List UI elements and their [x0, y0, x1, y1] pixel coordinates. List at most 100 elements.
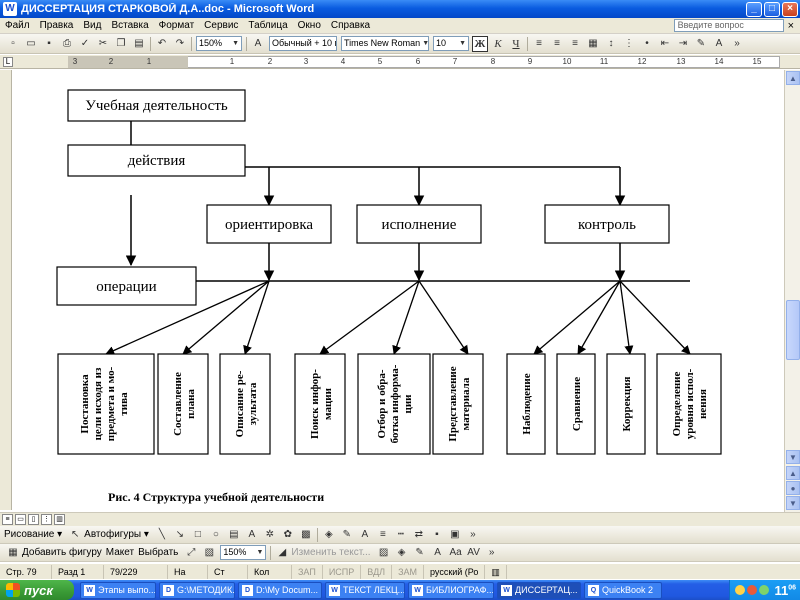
align-left-icon[interactable]: ≡ — [531, 36, 547, 52]
status-ovr[interactable]: ЗАМ — [392, 564, 425, 579]
increase-indent-icon[interactable]: ⇥ — [675, 36, 691, 52]
select-button[interactable]: Выбрать — [138, 547, 178, 558]
print-layout-view-icon[interactable]: ▯ — [28, 514, 39, 525]
leaf-presentation[interactable]: Представление материала — [432, 353, 484, 455]
shadow-style-icon[interactable]: ▪ — [429, 527, 445, 543]
align-center-icon[interactable]: ≡ — [549, 36, 565, 52]
status-rec[interactable]: ЗАП — [292, 564, 323, 579]
menu-view[interactable]: Вид — [78, 20, 106, 31]
edit-text-button[interactable]: Изменить текст... — [291, 547, 370, 558]
font-color-icon[interactable]: A — [711, 36, 727, 52]
vertical-ruler[interactable] — [0, 70, 12, 510]
menu-edit[interactable]: Правка — [35, 20, 79, 31]
outline-view-icon[interactable]: ⋮ — [41, 514, 52, 525]
menu-file[interactable]: Файл — [0, 20, 35, 31]
italic-button[interactable]: К — [490, 36, 506, 52]
toolbar-options-icon[interactable]: » — [465, 527, 481, 543]
oval-tool-icon[interactable]: ○ — [208, 527, 224, 543]
fill-color-icon[interactable]: ◈ — [394, 545, 410, 561]
font-select[interactable]: Times New Roman ▼ — [341, 36, 429, 51]
paste-icon[interactable]: ▤ — [131, 36, 147, 52]
taskbar-item-active[interactable]: W ДИССЕРТАЦ... — [497, 581, 581, 599]
taskbar-item[interactable]: Q QuickBook 2 — [584, 581, 662, 599]
autoshapes-menu-button[interactable]: Автофигуры ▾ — [84, 529, 149, 540]
font-size-icon[interactable]: Aa — [448, 545, 464, 561]
save-icon[interactable]: ▪ — [41, 36, 57, 52]
close-icon[interactable]: × — [782, 1, 798, 17]
format-object-icon[interactable]: ▨ — [376, 545, 392, 561]
3d-style-icon[interactable]: ▣ — [447, 527, 463, 543]
spacing-icon[interactable]: AV — [466, 545, 482, 561]
leaf-planning[interactable]: Составление плана — [157, 353, 209, 455]
fit-text-icon[interactable]: ⤢ — [183, 545, 199, 561]
open-icon[interactable]: ▭ — [23, 36, 39, 52]
start-button[interactable]: пуск — [0, 580, 74, 600]
cut-icon[interactable]: ✂ — [95, 36, 111, 52]
align-right-icon[interactable]: ≡ — [567, 36, 583, 52]
picture-insert-icon[interactable]: ▩ — [298, 527, 314, 543]
arrow-tool-icon[interactable]: ↘ — [172, 527, 188, 543]
horizontal-ruler[interactable]: L 3 2 1 1 2 3 4 5 6 7 8 9 10 11 12 13 14… — [0, 55, 800, 69]
select-browse-object-icon[interactable]: ● — [786, 481, 800, 495]
leaf-goal-setting[interactable]: Постановка цели исходя из предмета и мо-… — [57, 353, 155, 455]
wordart-icon[interactable]: A — [244, 527, 260, 543]
tray-icon[interactable] — [759, 585, 770, 595]
next-page-icon[interactable]: ▼ — [786, 496, 800, 510]
line-tool-icon[interactable]: ╲ — [154, 527, 170, 543]
textbox-tool-icon[interactable]: ▤ — [226, 527, 242, 543]
menu-table[interactable]: Таблица — [243, 20, 292, 31]
numbering-icon[interactable]: ⋮ — [621, 36, 637, 52]
dash-style-icon[interactable]: ┅ — [393, 527, 409, 543]
diagram-insert-icon[interactable]: ✲ — [262, 527, 278, 543]
menu-format[interactable]: Формат — [154, 20, 200, 31]
toolbar-options-icon[interactable]: » — [484, 545, 500, 561]
taskbar-item[interactable]: D G:\МЕТОДИК... — [159, 581, 235, 599]
spelling-status-icon[interactable]: ▥ — [485, 564, 507, 579]
line-color-icon[interactable]: ✎ — [412, 545, 428, 561]
scroll-thumb[interactable] — [786, 300, 800, 360]
leaf-observation[interactable]: Наблюдение — [506, 353, 546, 455]
node-execution[interactable]: исполнение — [356, 204, 482, 244]
fill-color-icon[interactable]: ◈ — [321, 527, 337, 543]
decrease-indent-icon[interactable]: ⇤ — [657, 36, 673, 52]
leaf-result-description[interactable]: Описание ре- зультата — [219, 353, 271, 455]
copy-icon[interactable]: ❐ — [113, 36, 129, 52]
add-shape-button[interactable]: Добавить фигуру — [22, 547, 102, 558]
menu-tools[interactable]: Сервис — [199, 20, 243, 31]
leaf-comparison[interactable]: Сравнение — [556, 353, 596, 455]
taskbar-item[interactable]: W Этапы выпо... — [80, 581, 156, 599]
node-operations[interactable]: операции — [56, 266, 197, 306]
rectangle-tool-icon[interactable]: □ — [190, 527, 206, 543]
leaf-info-processing[interactable]: Отбор и обра- ботка информа- ции — [357, 353, 431, 455]
node-learning-activity[interactable]: Учебная деятельность — [67, 89, 246, 122]
style-select[interactable]: Обычный + 10 г▼ — [269, 36, 337, 51]
select-objects-icon[interactable]: ↖ — [67, 527, 83, 543]
bullets-icon[interactable]: • — [639, 36, 655, 52]
spelling-icon[interactable]: ✓ — [77, 36, 93, 52]
styles-pane-icon[interactable]: A — [250, 36, 266, 52]
node-actions[interactable]: действия — [67, 144, 246, 177]
arrow-style-icon[interactable]: ⇄ — [411, 527, 427, 543]
status-trk[interactable]: ИСПР — [323, 564, 362, 579]
previous-page-icon[interactable]: ▲ — [786, 466, 800, 480]
org-zoom-select[interactable]: 150% ▼ — [220, 545, 267, 560]
reading-view-icon[interactable]: ▥ — [54, 514, 65, 525]
line-style-icon[interactable]: ≡ — [375, 527, 391, 543]
menu-help[interactable]: Справка — [326, 20, 375, 31]
status-language[interactable]: русский (Ро — [424, 564, 486, 579]
close-document-icon[interactable]: × — [788, 20, 794, 32]
line-spacing-icon[interactable]: ↕ — [603, 36, 619, 52]
new-document-icon[interactable]: ▫ — [5, 36, 21, 52]
taskbar-item[interactable]: W БИБЛИОГРАФ... — [408, 581, 494, 599]
bold-button[interactable]: Ж — [472, 35, 488, 52]
toolbar-options-icon[interactable]: » — [729, 36, 745, 52]
font-size-select[interactable]: 10 ▼ — [433, 36, 469, 51]
justify-icon[interactable]: ▦ — [585, 36, 601, 52]
horizontal-scrollbar[interactable]: ≡ ▭ ▯ ⋮ ▥ — [0, 512, 800, 526]
draw-menu-button[interactable]: Рисование ▾ — [4, 529, 62, 540]
taskbar-item[interactable]: W ТЕКСТ ЛЕКЦ... — [325, 581, 405, 599]
clock[interactable]: 1106 — [774, 583, 796, 598]
undo-icon[interactable]: ↶ — [154, 36, 170, 52]
vertical-scrollbar[interactable]: ▲ ▼ ▲ ● ▼ — [784, 70, 800, 512]
minimize-icon[interactable]: _ — [746, 1, 762, 17]
